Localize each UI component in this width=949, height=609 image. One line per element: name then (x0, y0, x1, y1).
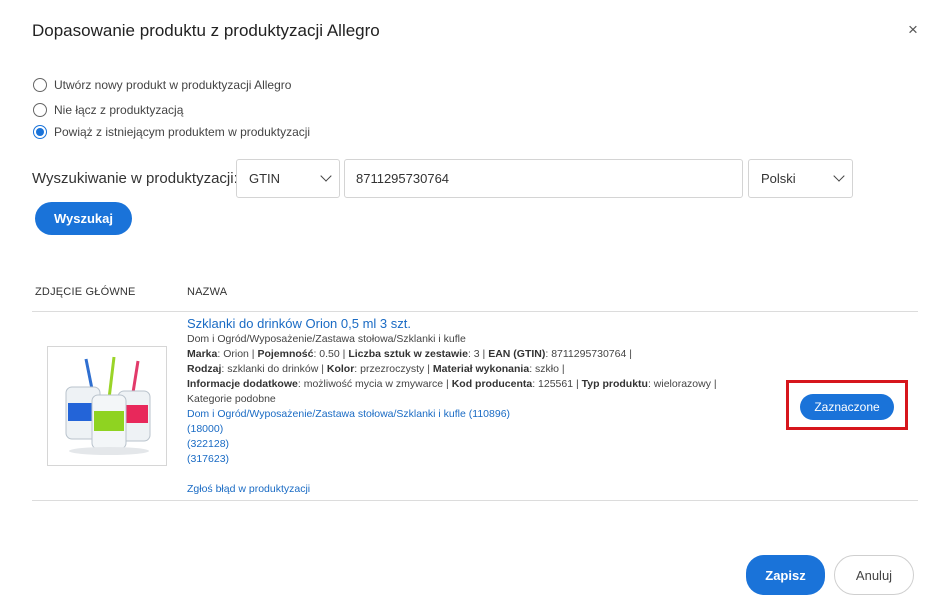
similar-category-link[interactable]: (317623) (187, 453, 229, 465)
report-error-link[interactable]: Zgłoś błąd w produktyzacji (187, 483, 310, 495)
chevron-down-icon (320, 170, 332, 182)
product-matching-dialog: Dopasowanie produktu z produktyzacji All… (0, 0, 949, 609)
cancel-button[interactable]: Anuluj (834, 555, 914, 595)
similar-category-link[interactable]: (18000) (187, 423, 223, 435)
similar-category-link[interactable]: (322128) (187, 438, 229, 450)
table-bottom-divider (32, 500, 918, 501)
option-label: Nie łącz z produktyzacją (54, 103, 184, 117)
radio-link-existing[interactable] (33, 125, 47, 139)
search-label: Wyszukiwanie w produktyzacji: (32, 170, 238, 187)
product-category-path: Dom i Ogród/Wyposażenie/Zastawa stołowa/… (187, 333, 466, 345)
product-image (47, 346, 167, 466)
similar-categories-label: Kategorie podobne (187, 393, 276, 405)
product-attributes-line-1: Marka: Orion | Pojemność: 0.50 | Liczba … (187, 348, 632, 360)
close-icon[interactable]: × (905, 21, 921, 39)
product-attributes-line-3: Informacje dodatkowe: możliwość mycia w … (187, 378, 717, 390)
radio-create-new[interactable] (33, 78, 47, 92)
glass-jars-image (48, 347, 166, 465)
similar-category-link[interactable]: Dom i Ogród/Wyposażenie/Zastawa stołowa/… (187, 408, 510, 420)
option-label: Powiąż z istniejącym produktem w produkt… (54, 125, 311, 139)
product-name-link[interactable]: Szklanki do drinków Orion 0,5 ml 3 szt. (187, 316, 411, 331)
language-select[interactable]: Polski (748, 159, 853, 198)
column-header-image: ZDJĘCIE GŁÓWNE (35, 286, 136, 298)
product-attributes-line-2: Rodzaj: szklanki do drinków | Kolor: prz… (187, 363, 565, 375)
search-button[interactable]: Wyszukaj (35, 202, 132, 235)
chevron-down-icon (833, 170, 845, 182)
column-header-name: NAZWA (187, 286, 228, 298)
option-do-not-link[interactable]: Nie łącz z produktyzacją (33, 101, 183, 119)
language-value: Polski (761, 171, 796, 186)
selected-button[interactable]: Zaznaczone (800, 394, 894, 420)
search-input[interactable] (344, 159, 743, 198)
option-label: Utwórz nowy produkt w produktyzacji Alle… (54, 78, 292, 92)
search-type-value: GTIN (249, 171, 281, 186)
save-button[interactable]: Zapisz (746, 555, 825, 595)
table-divider (32, 311, 918, 312)
option-create-new[interactable]: Utwórz nowy produkt w produktyzacji Alle… (33, 76, 291, 94)
search-type-select[interactable]: GTIN (236, 159, 340, 198)
radio-do-not-link[interactable] (33, 103, 47, 117)
option-link-existing[interactable]: Powiąż z istniejącym produktem w produkt… (33, 123, 310, 141)
dialog-title: Dopasowanie produktu z produktyzacji All… (32, 21, 380, 40)
